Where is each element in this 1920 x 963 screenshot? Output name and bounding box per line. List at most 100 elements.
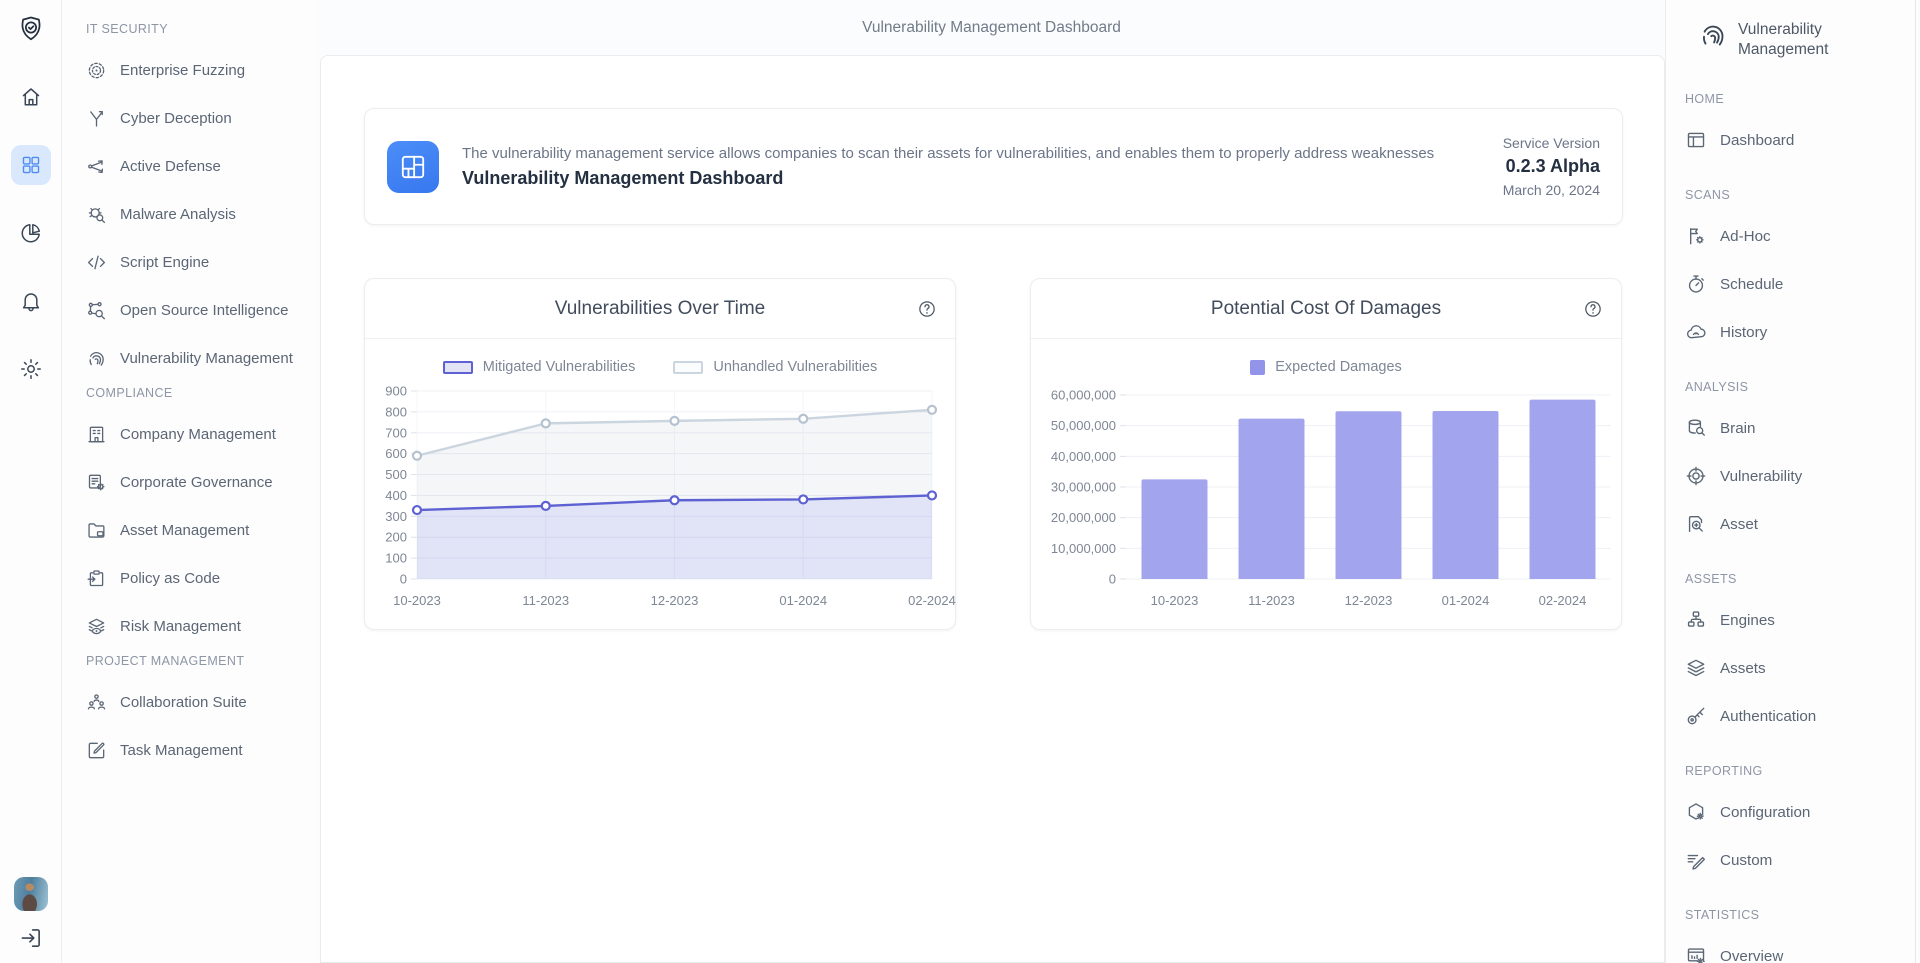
clipboard-arrow-icon — [86, 568, 107, 589]
legend-label: Expected Damages — [1275, 359, 1402, 375]
legend-swatch — [1250, 360, 1265, 375]
legend-item[interactable]: Expected Damages — [1250, 359, 1402, 375]
legend-item[interactable]: Mitigated Vulnerabilities — [443, 359, 636, 375]
svg-text:02-2024: 02-2024 — [1539, 593, 1587, 608]
rail-analytics-pie-icon[interactable] — [19, 221, 43, 245]
sidebar-item-label: Collaboration Suite — [120, 694, 247, 711]
rsidebar-item-ad-hoc[interactable]: Ad-Hoc — [1685, 212, 1920, 260]
svg-text:12-2023: 12-2023 — [1345, 593, 1393, 608]
rsidebar-item-label: Ad-Hoc — [1720, 228, 1771, 245]
svg-text:500: 500 — [385, 467, 407, 482]
sidebar-item-label: Risk Management — [120, 618, 241, 635]
line-chart: 010020030040050060070080090010-202311-20… — [365, 383, 957, 623]
rsidebar-item-configuration[interactable]: Configuration — [1685, 788, 1920, 836]
rsidebar-item-label: Vulnerability — [1720, 468, 1802, 485]
sidebar-item-task-management[interactable]: Task Management — [86, 726, 318, 774]
help-icon[interactable] — [917, 299, 937, 319]
sidebar-item-asset-management[interactable]: Asset Management — [86, 506, 318, 554]
sidebar-item-vulnerability-management[interactable]: Vulnerability Management — [86, 334, 318, 382]
sidebar-item-label: Cyber Deception — [120, 110, 232, 127]
sidebar-item-malware-analysis[interactable]: Malware Analysis — [86, 190, 318, 238]
sidebar-item-label: Company Management — [120, 426, 276, 443]
rail-dashboard-grid-icon[interactable] — [11, 145, 51, 185]
sidebar-item-label: Enterprise Fuzzing — [120, 62, 245, 79]
info-card-text: The vulnerability management service all… — [462, 145, 1434, 189]
rsidebar-section-label: REPORTING — [1685, 760, 1920, 782]
sidebar-item-script-engine[interactable]: Script Engine — [86, 238, 318, 286]
service-description: The vulnerability management service all… — [462, 145, 1434, 162]
rsidebar-item-label: Brain — [1720, 420, 1755, 437]
user-avatar[interactable] — [14, 877, 48, 911]
svg-text:10-2023: 10-2023 — [393, 593, 441, 608]
pen-lines-icon — [1685, 849, 1707, 871]
network-search-icon — [86, 300, 107, 321]
svg-text:11-2023: 11-2023 — [1248, 593, 1295, 608]
rsidebar-item-vulnerability[interactable]: Vulnerability — [1685, 452, 1920, 500]
cloud-icon — [1685, 321, 1707, 343]
svg-text:50,000,000: 50,000,000 — [1051, 418, 1116, 433]
chart-legend: Expected Damages — [1031, 355, 1621, 379]
rsidebar-item-brain[interactable]: Brain — [1685, 404, 1920, 452]
sidebar-item-enterprise-fuzzing[interactable]: Enterprise Fuzzing — [86, 46, 318, 94]
target-rings-icon — [86, 60, 107, 81]
rsidebar-item-authentication[interactable]: Authentication — [1685, 692, 1920, 740]
sidebar-item-label: Policy as Code — [120, 570, 220, 587]
rsidebar-item-label: Authentication — [1720, 708, 1816, 725]
service-version-date: March 20, 2024 — [1503, 180, 1600, 200]
rsidebar-item-asset[interactable]: Asset — [1685, 500, 1920, 548]
sidebar-item-policy-as-code[interactable]: Policy as Code — [86, 554, 318, 602]
rail-notifications-bell-icon[interactable] — [19, 289, 43, 313]
sidebar-item-corporate-governance[interactable]: Corporate Governance — [86, 458, 318, 506]
rsidebar-section-label: SCANS — [1685, 184, 1920, 206]
layers-icon — [1685, 657, 1707, 679]
service-version-number: 0.2.3 Alpha — [1503, 153, 1600, 179]
globe-target-icon — [1685, 465, 1707, 487]
rsidebar-section-label: ANALYSIS — [1685, 376, 1920, 398]
svg-text:200: 200 — [385, 530, 407, 545]
sidebar-item-collaboration-suite[interactable]: Collaboration Suite — [86, 678, 318, 726]
rsidebar-item-custom[interactable]: Custom — [1685, 836, 1920, 884]
svg-text:30,000,000: 30,000,000 — [1051, 480, 1116, 495]
rsidebar-item-overview[interactable]: Overview — [1685, 932, 1920, 963]
rsidebar-item-history[interactable]: History — [1685, 308, 1920, 356]
sidebar-item-active-defense[interactable]: Active Defense — [86, 142, 318, 190]
svg-text:02-2024: 02-2024 — [908, 593, 956, 608]
sidebar-item-label: Open Source Intelligence — [120, 302, 288, 319]
flow-icon — [86, 156, 107, 177]
rsidebar-item-schedule[interactable]: Schedule — [1685, 260, 1920, 308]
info-card-title: Vulnerability Management Dashboard — [462, 168, 1434, 189]
sidebar-item-open-source-intelligence[interactable]: Open Source Intelligence — [86, 286, 318, 334]
sidebar-item-company-management[interactable]: Company Management — [86, 410, 318, 458]
sidebar-item-cyber-deception[interactable]: Cyber Deception — [86, 94, 318, 142]
sidebar-item-label: Asset Management — [120, 522, 249, 539]
logout-icon[interactable] — [18, 925, 44, 951]
flag-gear-icon — [1685, 225, 1707, 247]
people-icon — [86, 692, 107, 713]
window-icon — [1685, 129, 1707, 151]
left-sidebar: IT SECURITYEnterprise FuzzingCyber Decep… — [62, 0, 318, 963]
scrollbar-track[interactable] — [1915, 0, 1916, 963]
svg-text:01-2024: 01-2024 — [779, 593, 827, 608]
branch-icon — [86, 108, 107, 129]
fingerprint-icon — [1698, 20, 1728, 50]
rsidebar-item-assets[interactable]: Assets — [1685, 644, 1920, 692]
bug-search-icon — [86, 204, 107, 225]
rsidebar-item-dashboard[interactable]: Dashboard — [1685, 116, 1920, 164]
doc-search-icon — [1685, 513, 1707, 535]
rsidebar-item-label: Asset — [1720, 516, 1758, 533]
sidebar-item-risk-management[interactable]: Risk Management — [86, 602, 318, 650]
svg-text:0: 0 — [1109, 572, 1116, 587]
potential-cost-of-damages-card: Potential Cost Of Damages Expected Damag… — [1030, 278, 1622, 630]
svg-text:20,000,000: 20,000,000 — [1051, 510, 1116, 525]
legend-label: Mitigated Vulnerabilities — [483, 359, 636, 375]
rail-home-home-icon[interactable] — [19, 85, 43, 109]
rsidebar-item-engines[interactable]: Engines — [1685, 596, 1920, 644]
svg-text:800: 800 — [385, 404, 407, 419]
legend-item[interactable]: Unhandled Vulnerabilities — [673, 359, 877, 375]
help-icon[interactable] — [1583, 299, 1603, 319]
legend-swatch — [673, 361, 703, 374]
rail-settings-gear-icon[interactable] — [19, 357, 43, 381]
svg-text:300: 300 — [385, 509, 407, 524]
svg-text:01-2024: 01-2024 — [1442, 593, 1490, 608]
building-icon — [86, 424, 107, 445]
